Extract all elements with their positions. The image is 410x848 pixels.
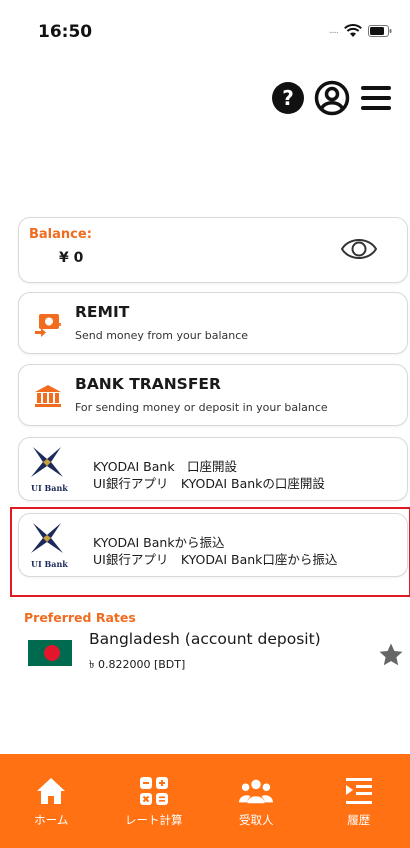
status-icons: ..... [329, 24, 392, 38]
preferred-rates-title: Preferred Rates [24, 610, 136, 625]
bangladesh-flag [28, 640, 72, 666]
rate-row[interactable]: Bangladesh (account deposit) ৳ 0.822000 … [0, 626, 410, 680]
tab-bar: ホーム レート計算 受取人 履歴 [0, 754, 410, 848]
recipients-icon [239, 774, 274, 808]
tab-rate-calc-label: レート計算 [125, 813, 183, 827]
tab-recipients-label: 受取人 [239, 813, 274, 827]
profile-icon[interactable] [312, 78, 352, 118]
kyodai-transfer-card[interactable]: UI Bank KYODAI Bankから振込 UI銀行アプリ KYODAI B… [18, 513, 408, 577]
tab-history-label: 履歴 [347, 813, 371, 827]
remit-title: REMIT [75, 303, 130, 321]
status-time: 16:50 [38, 22, 93, 42]
ui-bank-logo-text: UI Bank [31, 483, 68, 493]
eye-icon[interactable] [339, 232, 379, 266]
star-icon[interactable] [378, 642, 404, 668]
tab-history[interactable]: 履歴 [308, 754, 410, 848]
rate-country: Bangladesh (account deposit) [89, 630, 321, 648]
remit-icon [33, 311, 63, 337]
tab-home-label: ホーム [34, 813, 69, 827]
menu-icon[interactable] [356, 78, 396, 118]
tab-home[interactable]: ホーム [0, 754, 103, 848]
ui-bank-logo-text: UI Bank [31, 559, 68, 569]
battery-icon [368, 25, 392, 37]
kyodai-account-open-card[interactable]: UI Bank KYODAI Bank 口座開設 UI銀行アプリ KYODAI … [18, 437, 408, 501]
wifi-icon [344, 24, 362, 38]
kyodai-transfer-subtitle: UI銀行アプリ KYODAI Bank口座から振込 [93, 552, 338, 567]
home-icon [34, 774, 68, 808]
balance-label: Balance: [29, 227, 92, 242]
signal-icon: ..... [328, 26, 339, 36]
remit-card[interactable]: REMIT Send money from your balance [18, 292, 408, 354]
rate-value: ৳ 0.822000 [BDT] [89, 658, 186, 671]
header-icons: ? [268, 78, 396, 118]
remit-subtitle: Send money from your balance [75, 329, 249, 342]
bank-icon [33, 383, 63, 409]
calculator-icon [137, 774, 171, 808]
kyodai-account-open-subtitle: UI銀行アプリ KYODAI Bankの口座開設 [93, 476, 325, 491]
ui-bank-logo: UI Bank [27, 521, 75, 571]
ui-bank-logo: UI Bank [27, 445, 75, 495]
balance-card: Balance: ¥ 0 [18, 217, 408, 283]
balance-value: ¥ 0 [59, 250, 84, 266]
tab-rate-calc[interactable]: レート計算 [103, 754, 206, 848]
bank-transfer-subtitle: For sending money or deposit in your bal… [75, 401, 328, 414]
help-icon[interactable]: ? [268, 78, 308, 118]
bank-transfer-title: BANK TRANSFER [75, 375, 221, 393]
status-bar: 16:50 ..... [0, 0, 410, 60]
svg-text:?: ? [282, 86, 294, 110]
bank-transfer-card[interactable]: BANK TRANSFER For sending money or depos… [18, 364, 408, 426]
history-icon [342, 774, 376, 808]
tab-recipients[interactable]: 受取人 [205, 754, 308, 848]
